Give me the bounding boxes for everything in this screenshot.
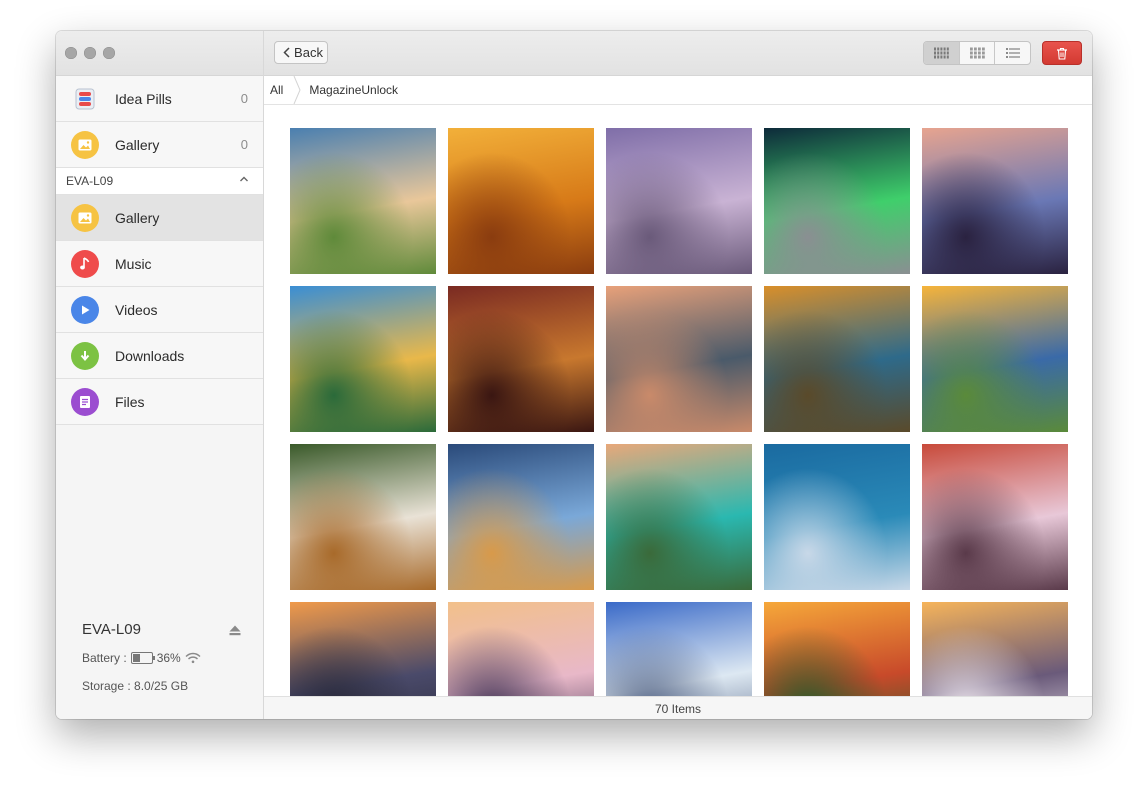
gallery-icon [71,203,99,232]
sidebar-item-videos[interactable]: Videos [56,287,263,333]
status-bar: 70 Items [264,696,1092,719]
photo-thumbnail[interactable] [290,128,436,274]
sidebar-item-label: Downloads [115,347,185,364]
photo-grid [290,128,1080,696]
photo-thumbnail[interactable] [448,286,594,432]
medium-grid-icon [970,47,985,59]
photo-thumbnail[interactable] [448,602,594,696]
sidebar-item-count: 0 [240,91,248,106]
photo-thumbnail[interactable] [606,602,752,696]
window-titlebar [56,31,263,76]
sidebar-item-gallery-top[interactable]: Gallery 0 [56,122,263,168]
device-section-header[interactable]: EVA-L09 [56,168,263,195]
breadcrumb-separator-icon [293,76,301,104]
gallery-icon [71,130,99,159]
chevron-up-icon[interactable] [239,174,249,184]
photo-thumbnail[interactable] [764,128,910,274]
sidebar-item-downloads[interactable]: Downloads [56,333,263,379]
sidebar-item-label: Idea Pills [115,90,172,107]
device-info-panel: EVA-L09 Battery : 36% Storage : 8.0/25 G… [82,621,247,693]
close-window-button[interactable] [65,47,77,59]
photo-thumbnail[interactable] [290,444,436,590]
toolbar: Back [264,31,1092,76]
play-icon [71,295,99,324]
medium-grid-view-button[interactable] [960,42,996,64]
device-name: EVA-L09 [82,621,141,638]
sidebar-item-count: 0 [240,137,248,152]
photo-thumbnail[interactable] [764,444,910,590]
breadcrumb-all[interactable]: All [270,83,283,97]
main-content: Back All MagazineUnlock 70 Items [264,31,1092,719]
photo-thumbnail[interactable] [764,602,910,696]
sidebar-item-files[interactable]: Files [56,379,263,425]
sidebar-item-label: Files [115,393,145,410]
photo-thumbnail[interactable] [764,286,910,432]
sidebar-item-label: Gallery [115,136,160,153]
eject-icon[interactable] [229,625,241,636]
photo-thumbnail[interactable] [290,286,436,432]
app-window: Idea Pills 0 Gallery 0 EVA-L09 Gallery M… [56,31,1092,719]
battery-label: Battery : [82,651,127,665]
battery-percent: 36% [156,651,181,665]
large-grid-icon [934,47,950,59]
delete-button[interactable] [1042,41,1082,65]
sidebar-item-label: Videos [115,301,158,318]
battery-icon [130,652,155,664]
photo-thumbnail[interactable] [290,602,436,696]
sidebar-item-music[interactable]: Music [56,241,263,287]
breadcrumb: All MagazineUnlock [264,76,1092,105]
items-count: 70 Items [654,701,702,716]
photo-thumbnail[interactable] [448,128,594,274]
zoom-window-button[interactable] [103,47,115,59]
breadcrumb-current[interactable]: MagazineUnlock [309,83,398,97]
photo-thumbnail[interactable] [922,128,1068,274]
chevron-left-icon [283,47,290,58]
large-grid-view-button[interactable] [924,42,960,64]
back-button-label: Back [294,45,323,60]
photo-thumbnail[interactable] [448,444,594,590]
device-section-label: EVA-L09 [66,174,114,188]
photo-thumbnail[interactable] [606,128,752,274]
list-view-icon [1005,48,1020,58]
photo-thumbnail[interactable] [922,602,1068,696]
photo-thumbnail[interactable] [922,444,1068,590]
wifi-icon [185,652,201,664]
idea-pills-icon [71,85,99,113]
back-button[interactable]: Back [274,41,328,64]
sidebar: Idea Pills 0 Gallery 0 EVA-L09 Gallery M… [56,31,264,719]
download-icon [71,341,99,370]
photo-thumbnail[interactable] [606,286,752,432]
music-icon [71,249,99,278]
view-mode-selector [923,41,1031,65]
file-icon [71,387,99,416]
trash-icon [1057,47,1067,60]
sidebar-item-label: Gallery [115,209,160,226]
sidebar-item-gallery[interactable]: Gallery [56,195,263,241]
sidebar-item-label: Music [115,255,152,272]
list-view-button[interactable] [995,42,1030,64]
storage-info: Storage : 8.0/25 GB [82,679,189,693]
photo-thumbnail[interactable] [606,444,752,590]
minimize-window-button[interactable] [84,47,96,59]
photo-thumbnail[interactable] [922,286,1068,432]
sidebar-item-idea-pills[interactable]: Idea Pills 0 [56,76,263,122]
battery-line: Battery : 36% [82,651,247,665]
